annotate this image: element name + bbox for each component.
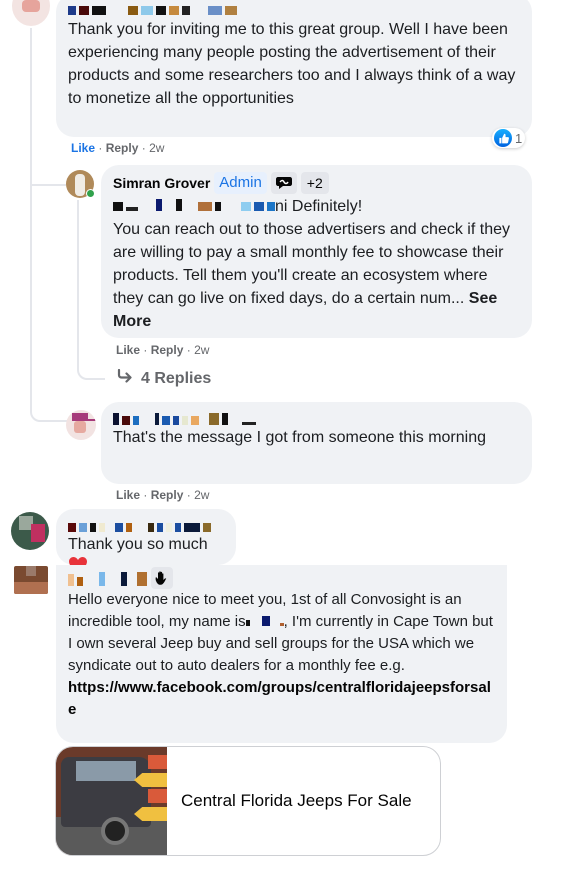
conversation-starter-icon[interactable] — [270, 172, 297, 194]
separator: · — [186, 488, 195, 502]
reply-author[interactable]: Simran Grover — [113, 172, 210, 195]
thumbs-up-icon — [494, 129, 512, 147]
avatar[interactable] — [66, 410, 96, 440]
reply-button[interactable]: Reply — [151, 488, 184, 502]
comment-bubble: Hello everyone nice to meet you, 1st of … — [56, 565, 507, 743]
reply-actions: Like · Reply · 2w — [116, 487, 209, 503]
reply-text: That's the message I got from someone th… — [113, 429, 487, 446]
reply-bubble: That's the message I got from someone th… — [101, 402, 532, 484]
thread-line-branch-1 — [30, 150, 66, 186]
comment-author[interactable] — [68, 0, 520, 18]
blurred-author-name[interactable] — [68, 518, 211, 532]
group-link[interactable]: https://www.facebook.com/groups/centralf… — [68, 679, 491, 718]
like-button[interactable]: Like — [71, 141, 95, 155]
reaction-count-label: 1 — [515, 130, 523, 146]
timestamp[interactable]: 2w — [149, 141, 164, 155]
like-button[interactable]: Like — [116, 488, 140, 502]
separator: · — [98, 141, 106, 155]
link-preview-card[interactable]: Central Florida Jeeps For Sale — [55, 746, 441, 856]
reply-button[interactable]: Reply — [151, 343, 184, 357]
blurred-author-name[interactable] — [113, 411, 256, 425]
blurred-author-name — [68, 1, 237, 15]
online-status-dot — [86, 189, 95, 198]
reply-text: You can reach out to those advertisers a… — [113, 221, 510, 330]
mention-suffix: ni — [275, 198, 288, 215]
reply-actions: Like · Reply · 2w — [116, 342, 209, 358]
reaction-count[interactable]: 1 — [492, 128, 526, 148]
timestamp[interactable]: 2w — [194, 488, 209, 502]
avatar[interactable] — [14, 566, 48, 594]
mention-blurred[interactable] — [113, 197, 275, 211]
more-badges[interactable]: +2 — [300, 172, 329, 194]
replies-count-label: 4 Replies — [141, 369, 212, 387]
reply-bubble: Simran Grover Admin +2 ni Definitely! Yo… — [101, 165, 532, 338]
timestamp[interactable]: 2w — [194, 343, 209, 357]
link-preview-title: Central Florida Jeeps For Sale — [181, 791, 412, 810]
comment-actions: Like · Reply · 2w — [71, 140, 164, 156]
view-replies-button[interactable]: 4 Replies — [117, 368, 212, 388]
avatar[interactable] — [12, 0, 50, 26]
reply-button[interactable]: Reply — [106, 141, 139, 155]
separator: · — [141, 141, 150, 155]
comment-text: Thank you for inviting me to this great … — [68, 21, 516, 107]
separator: · — [143, 343, 151, 357]
blurred-name-in-text — [245, 616, 284, 626]
admin-badge[interactable]: Admin — [214, 172, 267, 194]
separator: · — [143, 488, 151, 502]
like-button[interactable]: Like — [116, 343, 140, 357]
comment-text: Hello everyone nice to meet you, 1st of … — [68, 591, 493, 718]
comment-bubble: Thank you so much — [56, 509, 236, 573]
reply-first-line: Definitely! — [291, 198, 363, 215]
blurred-author-name[interactable] — [68, 570, 147, 586]
comment-bubble: Thank you for inviting me to this great … — [56, 0, 532, 137]
waving-hand-icon[interactable] — [151, 567, 173, 589]
avatar[interactable] — [11, 512, 49, 550]
reply-arrow-icon — [117, 368, 133, 388]
separator: · — [186, 343, 195, 357]
link-preview-image — [56, 747, 167, 855]
